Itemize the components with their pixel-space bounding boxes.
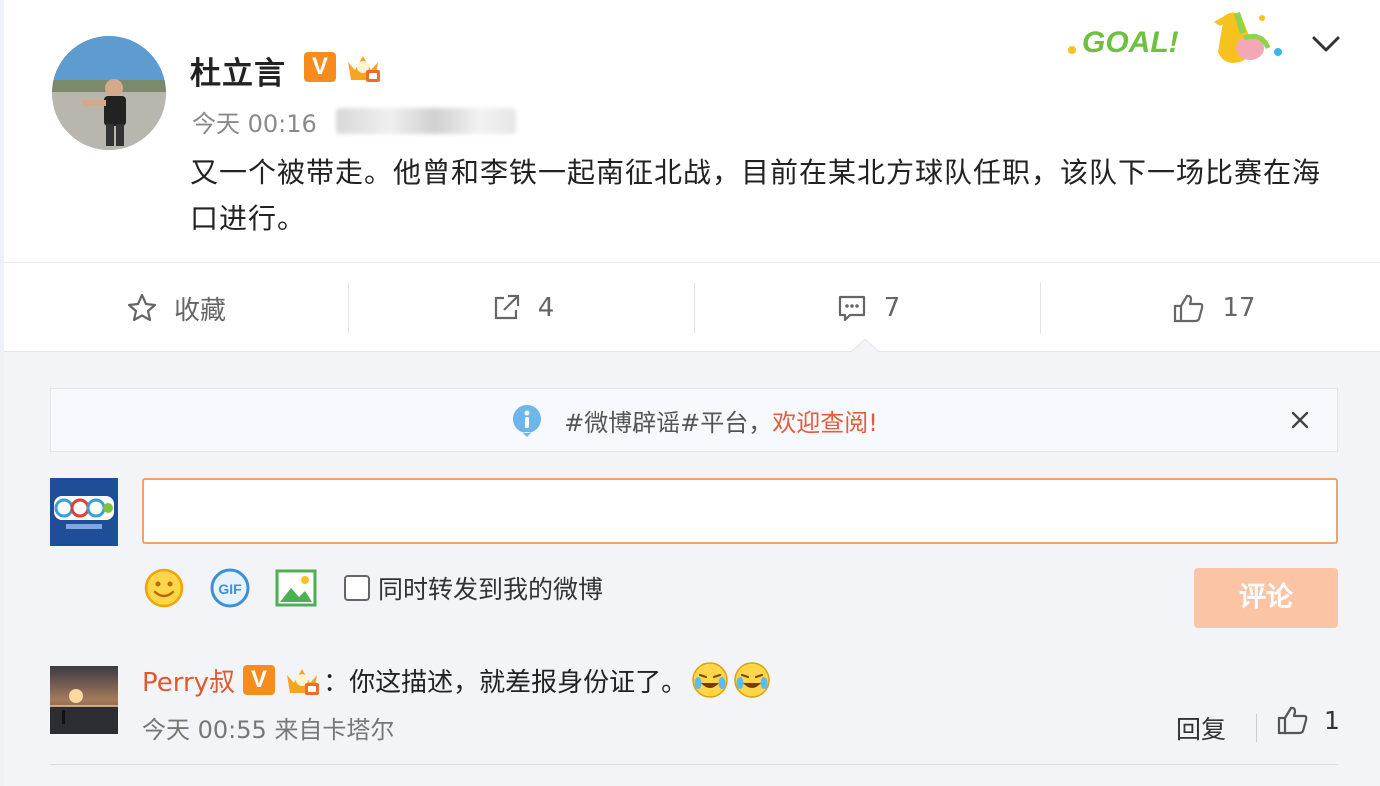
- author-avatar[interactable]: [52, 36, 166, 150]
- redacted-source: [336, 108, 516, 134]
- comment-like-button[interactable]: 1: [1276, 704, 1340, 736]
- favorite-button[interactable]: 收藏: [4, 263, 348, 353]
- comment-time: 今天 00:55 来自卡塔尔: [142, 716, 395, 744]
- comment-section: #微博辟谣#平台， 欢迎查阅! GIF 同时转发到我的微博 评论 Perry叔 …: [4, 352, 1380, 786]
- rumor-notice: #微博辟谣#平台， 欢迎查阅!: [50, 388, 1338, 452]
- gif-icon[interactable]: GIF: [208, 566, 252, 610]
- notice-link[interactable]: 欢迎查阅!: [772, 403, 878, 438]
- submit-comment-button[interactable]: 评论: [1194, 568, 1338, 628]
- divider: [348, 283, 349, 333]
- comment-user[interactable]: Perry叔: [142, 662, 235, 699]
- favorite-label: 收藏: [173, 295, 226, 326]
- composer-toolbar: GIF 同时转发到我的微博: [142, 566, 603, 610]
- divider: [50, 764, 1338, 765]
- thumbs-up-icon: [1174, 294, 1204, 323]
- goal-decoration: GOAL!: [1064, 8, 1296, 72]
- comment-like-count: 1: [1324, 705, 1340, 735]
- weibo-card: 杜立言 V 今天 00:16 又一个被带走。他曾和李铁一起南征北战，目前在某北方…: [4, 0, 1380, 786]
- post-content: 又一个被带走。他曾和李铁一起南征北战，目前在某北方球队任职，该队下一场比赛在海口…: [190, 156, 1322, 235]
- comment-line: Perry叔 V ：你这描述，就差报身份证了。: [142, 658, 771, 702]
- crown-badge-icon: [287, 669, 320, 695]
- comment-text: ：你这描述，就差报身份证了。: [323, 667, 688, 698]
- verified-v-icon: V: [243, 665, 276, 695]
- comment-count: 7: [883, 293, 901, 323]
- commenter-avatar[interactable]: [50, 666, 118, 734]
- repost-label[interactable]: 同时转发到我的微博: [378, 570, 603, 606]
- like-button[interactable]: 17: [1042, 263, 1380, 353]
- repost-count: 4: [537, 293, 555, 323]
- verified-v-icon: V: [304, 52, 336, 82]
- notice-text: #微博辟谣#平台，: [564, 408, 773, 437]
- laugh-cry-emoji-icon: [692, 662, 728, 698]
- thumbs-up-icon: [1277, 706, 1308, 735]
- post-time: 今天 00:16: [192, 110, 317, 138]
- chevron-down-icon[interactable]: [1308, 30, 1344, 60]
- divider: [1040, 283, 1041, 333]
- goal-text: GOAL!: [1082, 26, 1179, 59]
- info-icon: [513, 405, 542, 437]
- repost-checkbox[interactable]: [344, 575, 370, 601]
- share-icon: [494, 294, 519, 320]
- star-icon: [127, 293, 157, 322]
- divider: [694, 283, 695, 333]
- like-count: 17: [1222, 293, 1256, 323]
- my-avatar[interactable]: [50, 478, 118, 546]
- image-icon[interactable]: [274, 566, 318, 610]
- laugh-cry-emoji-icon: [734, 662, 770, 698]
- author-name[interactable]: 杜立言: [190, 48, 286, 93]
- repost-button[interactable]: 4: [350, 263, 694, 353]
- post: 杜立言 V 今天 00:16 又一个被带走。他曾和李铁一起南征北战，目前在某北方…: [4, 0, 1380, 262]
- crown-badge-icon: [344, 50, 382, 84]
- emoji-icon[interactable]: [142, 566, 186, 610]
- action-bar: 收藏 4 7 17: [4, 262, 1380, 352]
- comment-input[interactable]: [142, 478, 1338, 544]
- close-icon[interactable]: [1285, 405, 1315, 435]
- comment-icon: [838, 295, 865, 322]
- svg-text:GIF: GIF: [218, 581, 242, 597]
- reply-button[interactable]: 回复: [1176, 710, 1226, 746]
- divider: [1256, 714, 1257, 742]
